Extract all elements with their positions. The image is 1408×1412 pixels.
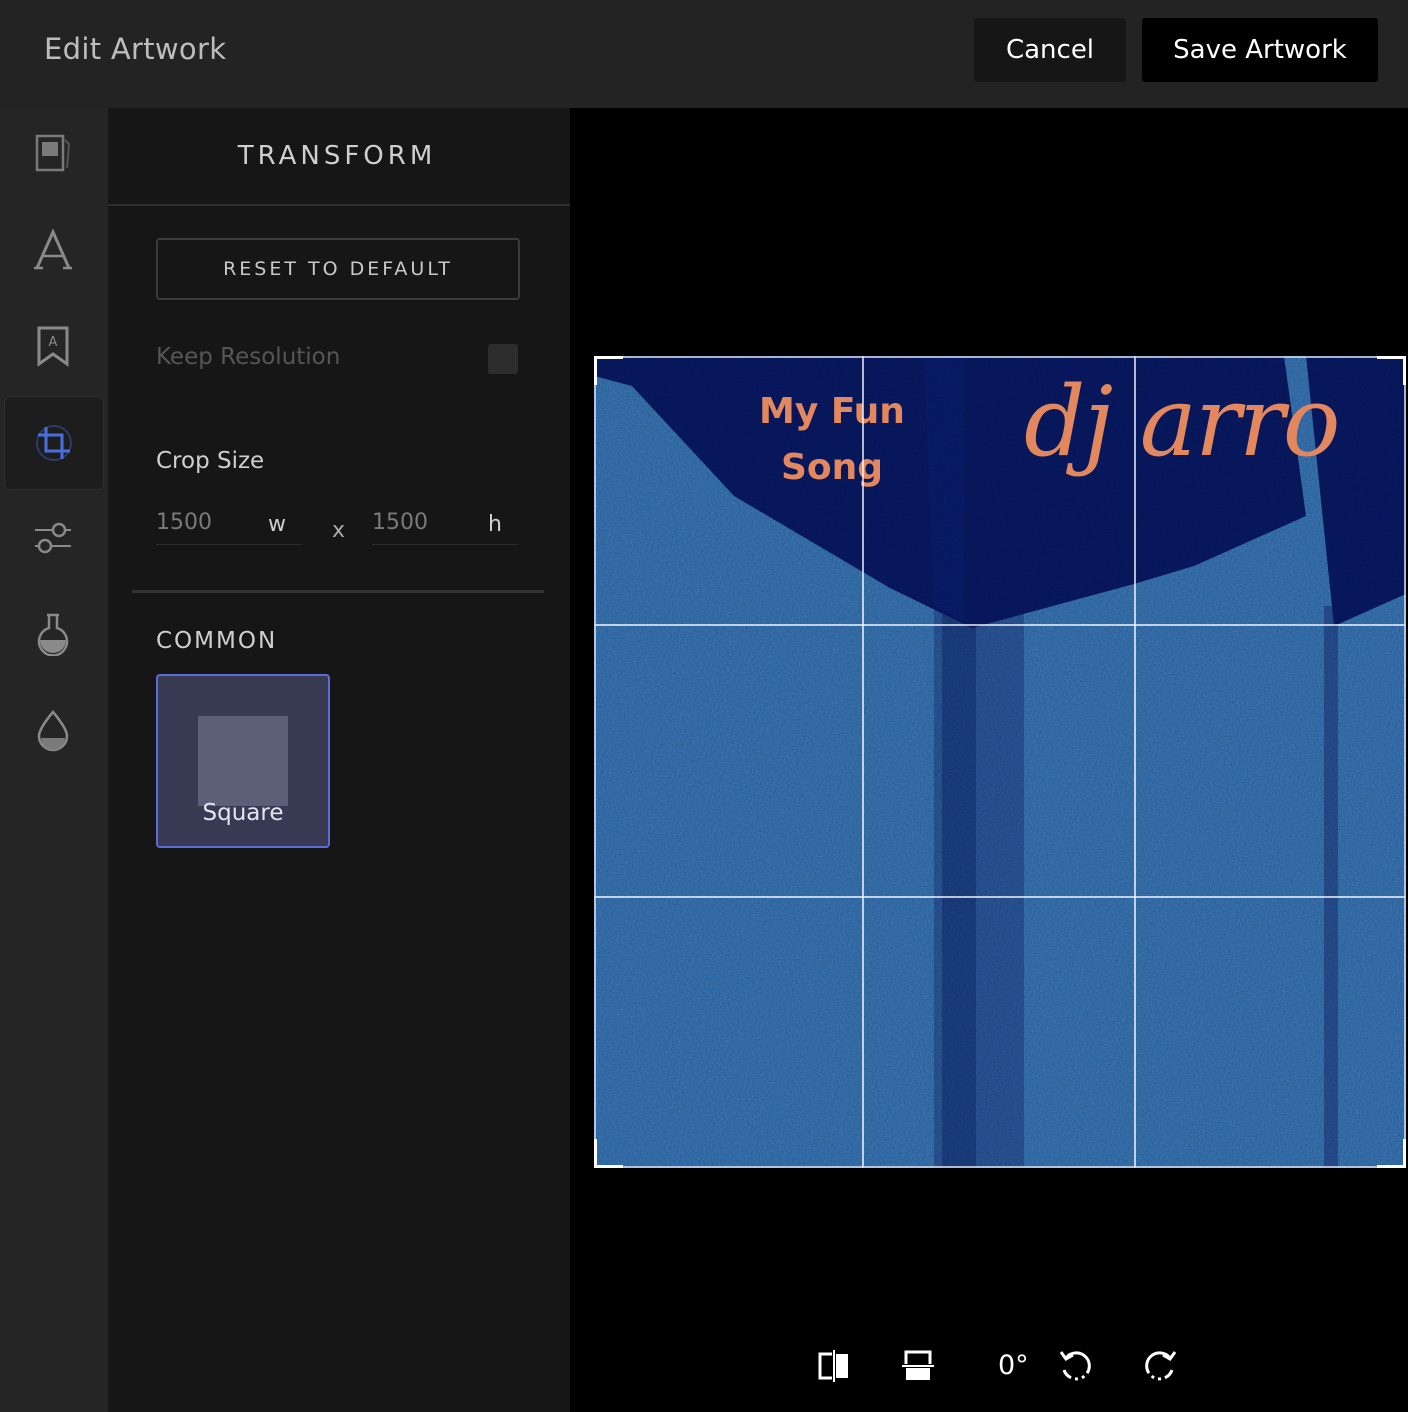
rotate-right-button[interactable] bbox=[1136, 1342, 1184, 1390]
artwork-canvas: My Fun Song dj arro 0° bbox=[570, 108, 1408, 1412]
transform-panel: TRANSFORM RESET TO DEFAULT Keep Resoluti… bbox=[108, 108, 570, 1412]
badge-icon: A bbox=[37, 326, 69, 367]
sliders-icon bbox=[35, 522, 71, 554]
preset-square[interactable]: Square bbox=[156, 674, 330, 848]
flip-horizontal-icon bbox=[818, 1350, 848, 1382]
tool-text[interactable] bbox=[4, 204, 102, 296]
flip-horizontal-button[interactable] bbox=[810, 1342, 858, 1390]
text-icon bbox=[34, 228, 72, 270]
keep-resolution-label: Keep Resolution bbox=[156, 344, 341, 370]
height-unit-label: h bbox=[488, 512, 502, 537]
top-bar: Edit Artwork Cancel Save Artwork bbox=[0, 0, 1408, 108]
crop-handle-bottom-left[interactable] bbox=[594, 1139, 623, 1168]
width-unit-label: w bbox=[268, 512, 286, 537]
preset-label: Square bbox=[202, 800, 284, 826]
crop-size-label: Crop Size bbox=[156, 448, 265, 474]
common-section-label: COMMON bbox=[156, 628, 278, 654]
crop-handle-top-left[interactable] bbox=[594, 356, 623, 385]
rotate-left-button[interactable] bbox=[1052, 1342, 1100, 1390]
save-artwork-button[interactable]: Save Artwork bbox=[1142, 18, 1378, 82]
rotate-right-icon bbox=[1145, 1351, 1177, 1381]
square-swatch-icon bbox=[198, 716, 288, 806]
image-icon bbox=[35, 134, 71, 172]
size-separator: x bbox=[332, 518, 346, 543]
panel-header: TRANSFORM bbox=[108, 108, 570, 206]
cancel-button[interactable]: Cancel bbox=[974, 18, 1126, 82]
rotation-angle-readout: 0° bbox=[998, 1350, 1029, 1381]
tool-color[interactable] bbox=[4, 684, 102, 776]
crop-icon bbox=[36, 425, 72, 461]
crop-handle-top-right[interactable] bbox=[1377, 356, 1406, 385]
flip-vertical-button[interactable] bbox=[894, 1342, 942, 1390]
keep-resolution-checkbox[interactable] bbox=[488, 344, 518, 374]
tool-effects[interactable] bbox=[4, 588, 102, 680]
drop-icon bbox=[37, 710, 69, 752]
section-divider bbox=[132, 590, 544, 593]
tool-image[interactable] bbox=[4, 108, 102, 200]
svg-text:A: A bbox=[49, 335, 58, 350]
rotate-left-icon bbox=[1059, 1351, 1091, 1381]
panel-title: TRANSFORM bbox=[237, 141, 437, 171]
tool-adjust[interactable] bbox=[4, 492, 102, 584]
flip-vertical-icon bbox=[902, 1350, 934, 1380]
flask-icon bbox=[37, 613, 69, 656]
page-title: Edit Artwork bbox=[44, 32, 227, 66]
crop-handle-bottom-right[interactable] bbox=[1377, 1139, 1406, 1168]
tool-badge[interactable]: A bbox=[4, 300, 102, 392]
tool-sidebar: A bbox=[0, 108, 108, 1412]
tool-crop[interactable] bbox=[4, 396, 104, 490]
artwork-image[interactable]: My Fun Song dj arro bbox=[594, 356, 1406, 1168]
reset-to-default-button[interactable]: RESET TO DEFAULT bbox=[156, 238, 520, 300]
crop-frame bbox=[594, 356, 1406, 1168]
